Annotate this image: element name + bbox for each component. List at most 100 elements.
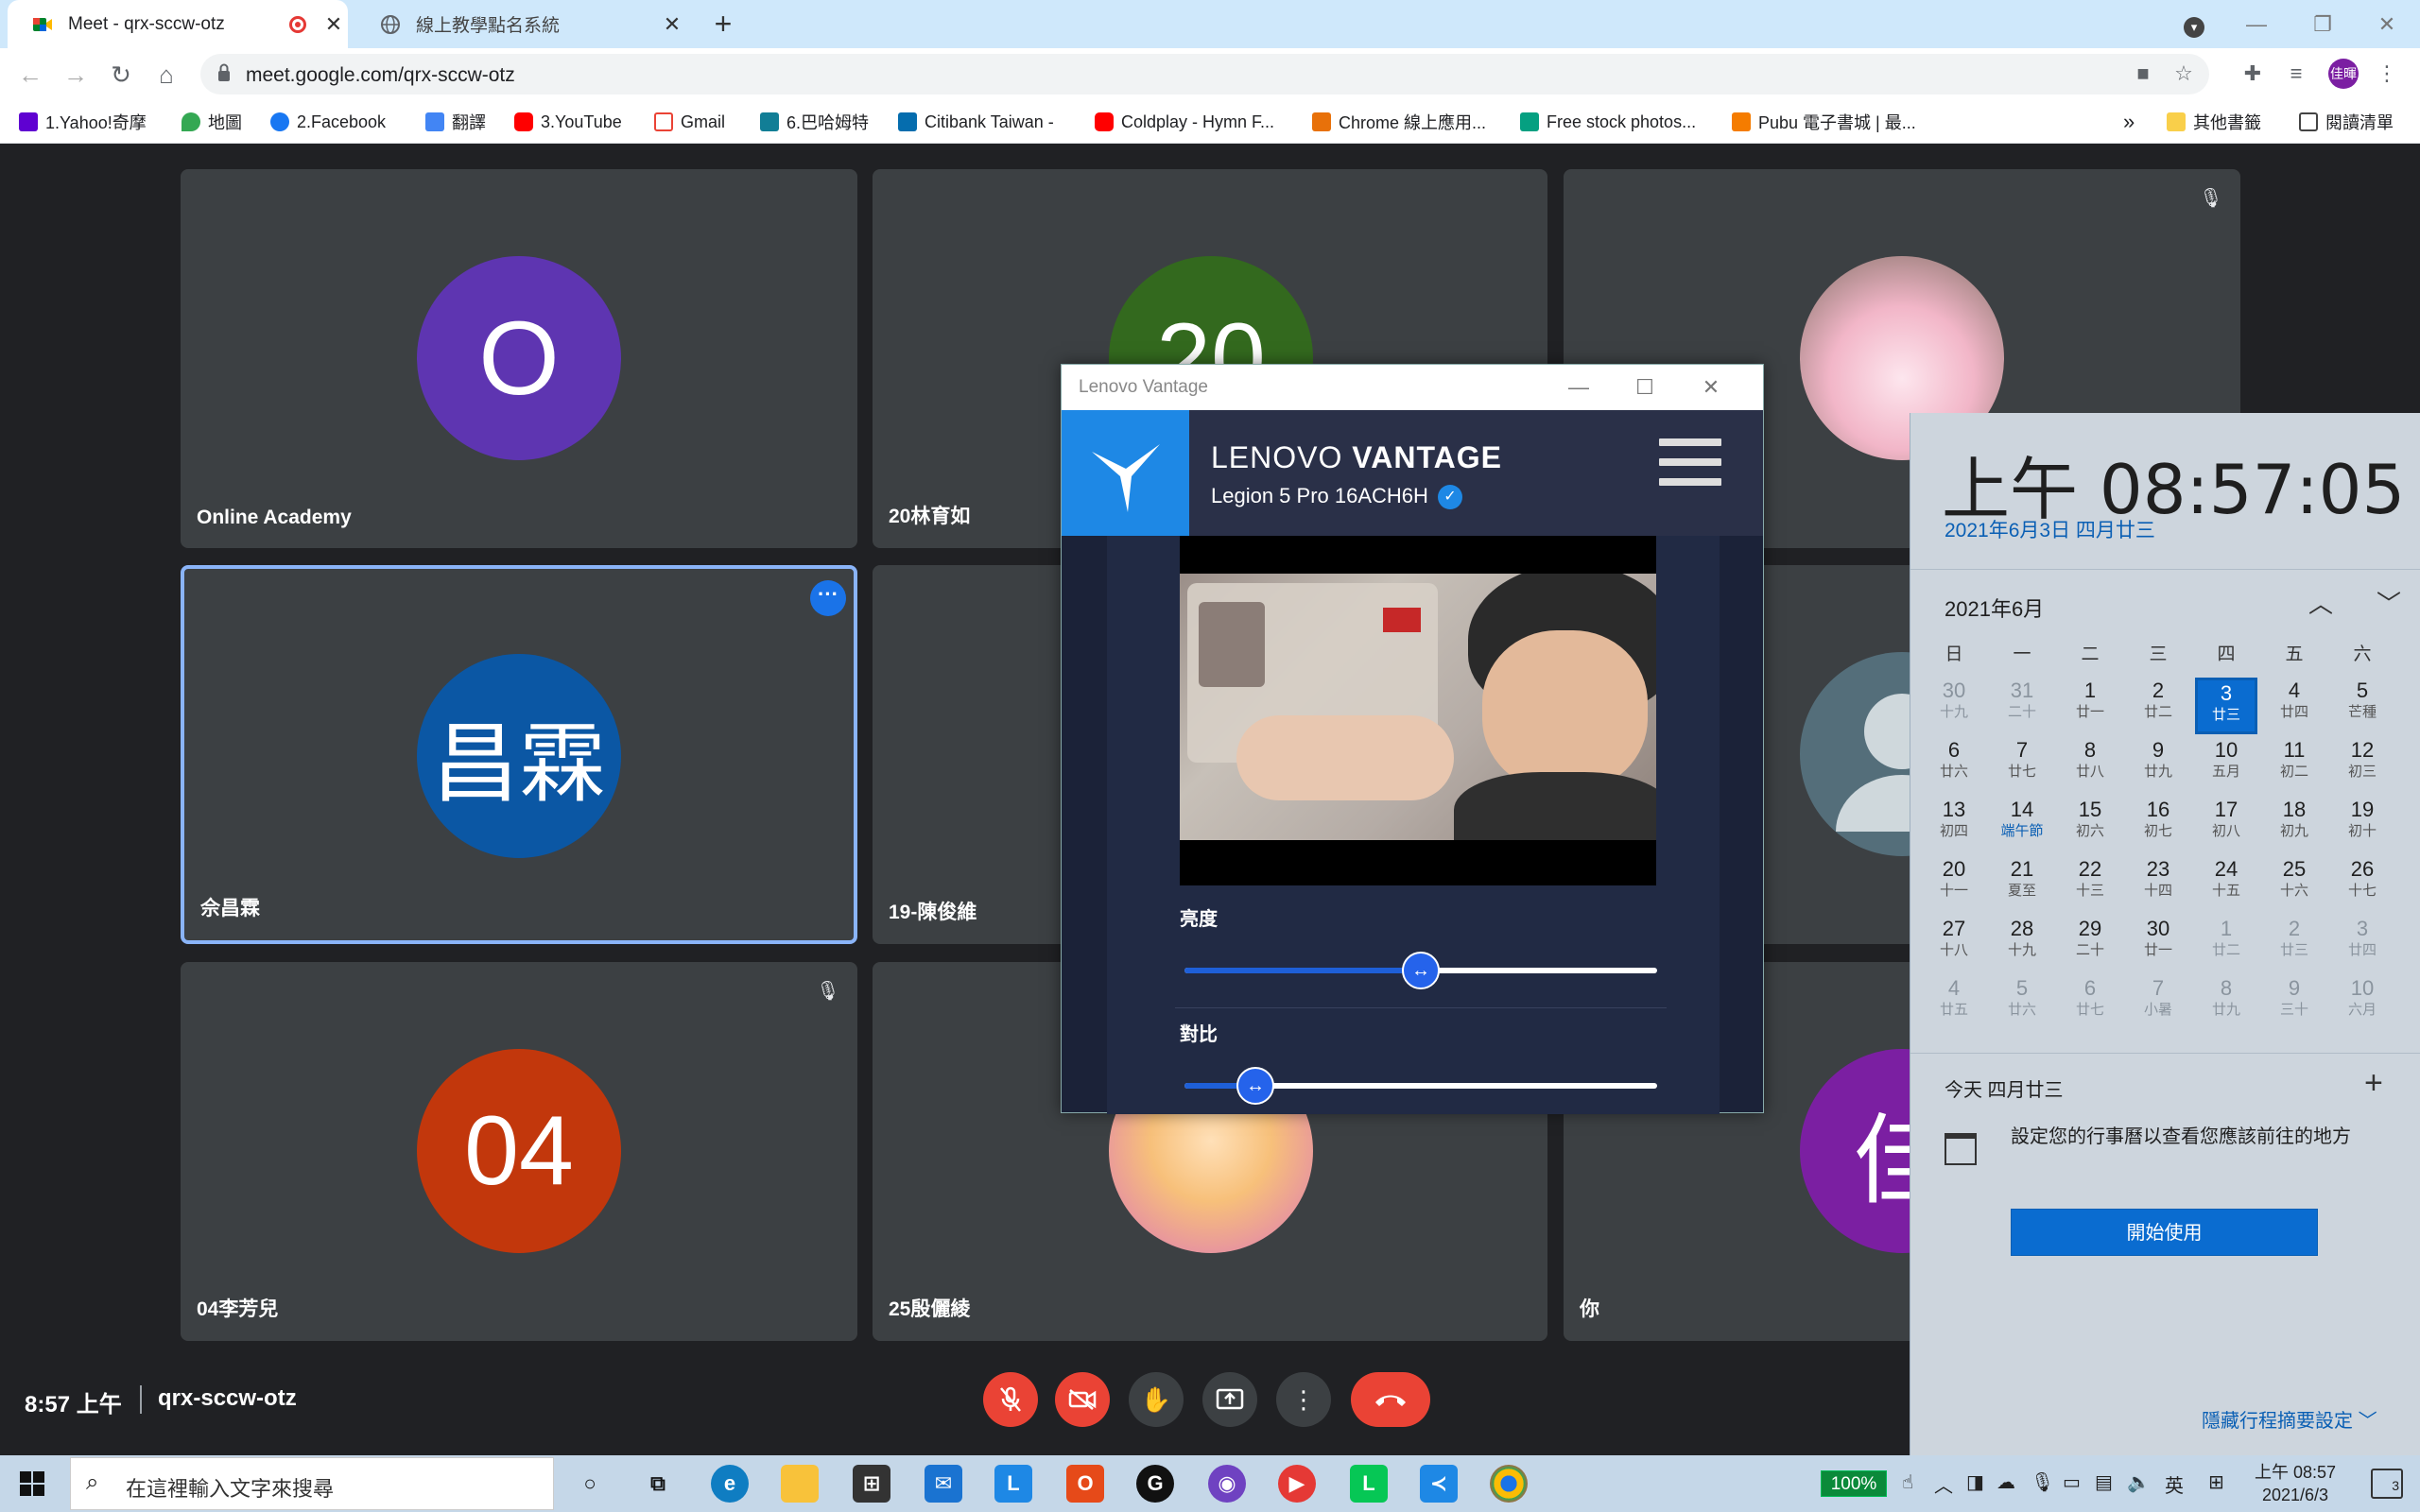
line-icon[interactable]: L <box>1350 1465 1388 1503</box>
github-icon[interactable]: ◉ <box>1208 1465 1246 1503</box>
toggle-microphone-button[interactable] <box>983 1372 1038 1427</box>
bookmark-item[interactable]: 3.YouTube <box>514 109 622 135</box>
lenovo-vantage-taskbar-icon[interactable]: L <box>994 1465 1032 1503</box>
bookmark-item[interactable]: 6.巴哈姆特 <box>760 109 869 135</box>
toggle-camera-button[interactable] <box>1055 1372 1110 1427</box>
back-button[interactable]: ← <box>13 58 47 92</box>
network-icon[interactable]: ▤ <box>2095 1470 2113 1494</box>
browser-menu-icon[interactable]: ⋮ <box>2373 60 2401 88</box>
calendar-day[interactable]: 30 十九 <box>1923 678 1985 734</box>
calendar-month-title[interactable]: 2021年6月 <box>1945 593 2044 623</box>
calendar-day[interactable]: 5 芒種 <box>2331 678 2394 734</box>
calendar-day[interactable]: 6 廿六 <box>1923 737 1985 794</box>
calendar-day[interactable]: 10 六月 <box>2331 975 2394 1032</box>
calendar-day[interactable]: 2 廿二 <box>2127 678 2189 734</box>
notification-center-icon[interactable]: 3 <box>2371 1469 2403 1499</box>
raise-hand-button[interactable]: ✋ <box>1129 1372 1184 1427</box>
calendar-day[interactable]: 10 五月 <box>2195 737 2257 794</box>
calendar-day[interactable]: 23 十四 <box>2127 856 2189 913</box>
calendar-day-today[interactable]: 3 廿三 <box>2195 678 2257 734</box>
calendar-day[interactable]: 7 廿七 <box>1991 737 2053 794</box>
calendar-day[interactable]: 9 三十 <box>2263 975 2325 1032</box>
home-button[interactable]: ⌂ <box>149 58 183 92</box>
calendar-day[interactable]: 4 廿五 <box>1923 975 1985 1032</box>
battery-percent[interactable]: 100% <box>1821 1470 1887 1497</box>
hide-agenda-link[interactable]: 隱藏行程摘要設定 ﹀ <box>2202 1405 2377 1433</box>
add-event-icon[interactable]: + <box>2364 1065 2383 1102</box>
bookmark-star-icon[interactable]: ☆ <box>2169 60 2198 88</box>
bookmark-item[interactable]: Pubu 電子書城 | 最... <box>1732 109 1916 135</box>
calendar-day[interactable]: 11 初二 <box>2263 737 2325 794</box>
edge-icon[interactable]: e <box>711 1465 749 1503</box>
calendar-day[interactable]: 24 十五 <box>2195 856 2257 913</box>
calendar-day[interactable]: 20 十一 <box>1923 856 1985 913</box>
vscode-icon[interactable]: ≺ <box>1420 1465 1458 1503</box>
onedrive-icon[interactable]: ☁ <box>1996 1470 2015 1494</box>
mail-icon[interactable]: ✉ <box>925 1465 962 1503</box>
taskbar-clock[interactable]: 上午 08:57 2021/6/3 <box>2255 1461 2336 1506</box>
calendar-day[interactable]: 26 十七 <box>2331 856 2394 913</box>
calendar-day[interactable]: 1 廿一 <box>2059 678 2121 734</box>
calendar-day[interactable]: 19 初十 <box>2331 797 2394 853</box>
calendar-day[interactable]: 25 十六 <box>2263 856 2325 913</box>
clock-date-link[interactable]: 2021年6月3日 四月廿三 <box>1945 515 2155 543</box>
minimize-button[interactable]: — <box>1546 365 1612 410</box>
calendar-day[interactable]: 21 夏至 <box>1991 856 2053 913</box>
calendar-day[interactable]: 29 二十 <box>2059 916 2121 972</box>
calendar-day[interactable]: 3 廿四 <box>2331 916 2394 972</box>
youtube-music-icon[interactable]: ▶ <box>1278 1465 1316 1503</box>
bookmark-item[interactable]: 2.Facebook <box>270 109 386 135</box>
calendar-day[interactable]: 17 初八 <box>2195 797 2257 853</box>
calendar-day[interactable]: 12 初三 <box>2331 737 2394 794</box>
tab-attendance[interactable]: 線上教學點名系統 ✕ <box>355 0 686 48</box>
volume-icon[interactable]: 🔈 <box>2127 1470 2151 1494</box>
reading-list-button[interactable]: 閱讀清單 <box>2299 109 2394 135</box>
microphone-icon[interactable]: 🎙 <box>2031 1470 2054 1494</box>
leave-call-button[interactable] <box>1351 1372 1430 1427</box>
calendar-day[interactable]: 8 廿九 <box>2195 975 2257 1032</box>
microsoft-store-icon[interactable]: ⊞ <box>853 1465 890 1503</box>
bookmark-item[interactable]: Citibank Taiwan - <box>898 109 1054 135</box>
camera-in-use-icon[interactable]: ■ <box>2129 60 2157 88</box>
camera-tray-icon[interactable]: ◨ <box>1966 1470 1984 1494</box>
forward-button[interactable]: → <box>59 58 93 92</box>
calendar-day[interactable]: 8 廿八 <box>2059 737 2121 794</box>
calendar-day[interactable]: 30 廿一 <box>2127 916 2189 972</box>
participant-tile[interactable]: O Online Academy <box>181 169 857 548</box>
calendar-day[interactable]: 27 十八 <box>1923 916 1985 972</box>
lock-icon[interactable] <box>217 63 231 82</box>
taskbar-search-box[interactable]: ⌕ 在這裡輸入文字來搜尋 <box>70 1457 554 1510</box>
bookmark-item[interactable]: Chrome 線上應用... <box>1312 109 1486 135</box>
calendar-day[interactable]: 13 初四 <box>1923 797 1985 853</box>
previous-month-icon[interactable]: ︿ <box>2302 585 2340 623</box>
ime-mode-icon[interactable]: ⊞ <box>2208 1470 2224 1494</box>
bookmark-item[interactable]: 地圖 <box>182 109 242 135</box>
calendar-day[interactable]: 4 廿四 <box>2263 678 2325 734</box>
extensions-icon[interactable]: ✚ <box>2238 60 2267 88</box>
calendar-day[interactable]: 1 廿二 <box>2195 916 2257 972</box>
reload-button[interactable]: ↻ <box>104 58 138 92</box>
maximize-button[interactable]: ☐ <box>1612 365 1678 410</box>
hamburger-menu-icon[interactable] <box>1659 438 1721 491</box>
new-tab-button[interactable]: + <box>707 8 739 40</box>
window-titlebar[interactable]: Lenovo Vantage — ☐ ✕ <box>1062 365 1763 410</box>
calendar-day[interactable]: 9 廿九 <box>2127 737 2189 794</box>
bookmark-item[interactable]: Free stock photos... <box>1520 109 1696 135</box>
calendar-day[interactable]: 16 初七 <box>2127 797 2189 853</box>
calendar-day[interactable]: 6 廿七 <box>2059 975 2121 1032</box>
bookmark-item[interactable]: Coldplay - Hymn F... <box>1095 109 1274 135</box>
next-month-icon[interactable]: ﹀ <box>2370 585 2408 623</box>
more-options-button[interactable]: ⋮ <box>1276 1372 1331 1427</box>
media-controls-icon[interactable]: ≡ <box>2282 60 2310 88</box>
contrast-slider[interactable]: ↔ <box>1184 1067 1657 1105</box>
other-bookmarks-folder[interactable]: 其他書籤 <box>2167 109 2261 135</box>
windows-start-icon[interactable] <box>13 1465 51 1503</box>
office-icon[interactable]: O <box>1066 1465 1104 1503</box>
bookmark-item[interactable]: Gmail <box>654 109 725 135</box>
tab-meet[interactable]: Meet - qrx-sccw-otz ✕ <box>8 0 348 48</box>
input-method[interactable]: 英 <box>2165 1470 2184 1498</box>
slider-handle-icon[interactable]: ↔ <box>1236 1067 1274 1105</box>
participant-tile-active[interactable]: 昌霖 ··· 佘昌霖 <box>181 565 857 944</box>
calendar-day[interactable]: 22 十三 <box>2059 856 2121 913</box>
show-hidden-icons-icon[interactable]: ︿ <box>1934 1470 1953 1498</box>
